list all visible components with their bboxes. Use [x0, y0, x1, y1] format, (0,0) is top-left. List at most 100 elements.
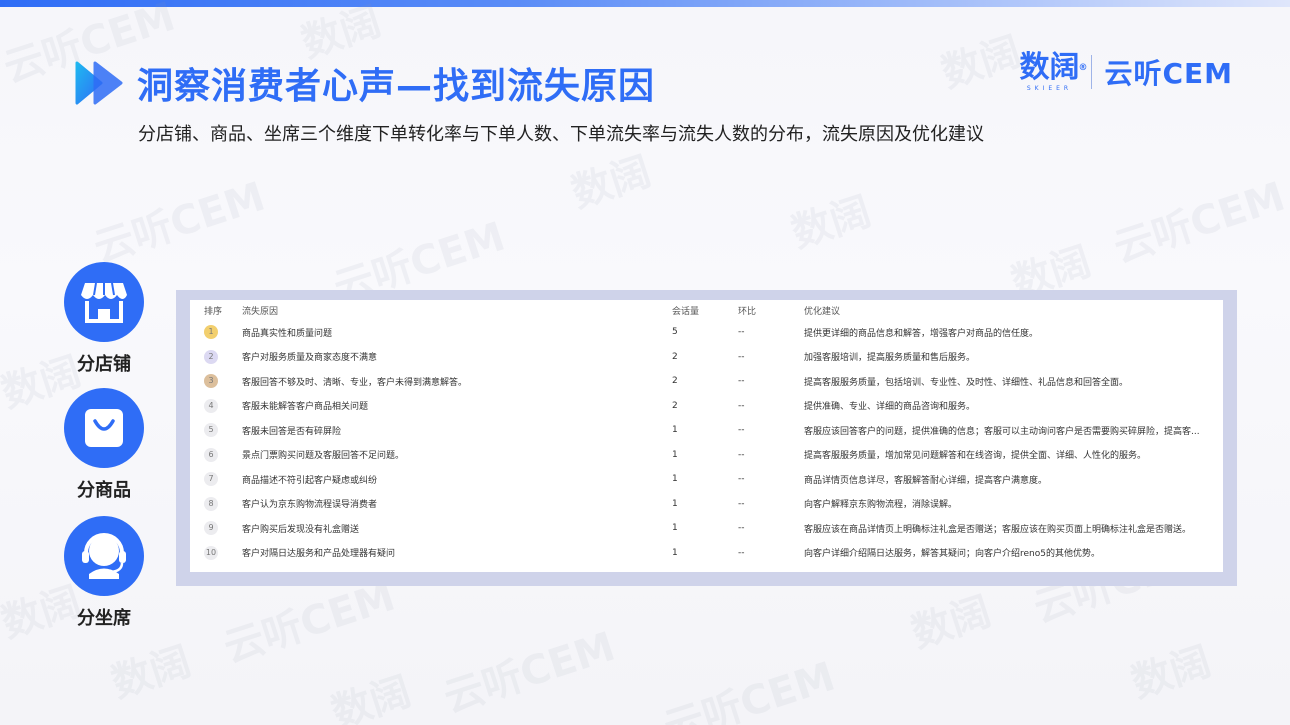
rank-badge: 5	[204, 423, 218, 438]
reason-cell: 客户对服务质量及商家态度不满意	[242, 353, 378, 364]
table-row: 5 客服未回答是否有碎屏险 1 -- 客服应该回答客户的问题，提供准确的信息；客…	[190, 418, 1223, 443]
store-icon	[64, 262, 144, 342]
count-cell: 1	[672, 474, 678, 485]
headset-agent-icon	[64, 516, 144, 596]
col-reason-header: 流失原因	[242, 306, 279, 317]
advice-cell: 加强客服培训，提高服务质量和售后服务。	[804, 353, 976, 364]
mom-cell: --	[738, 351, 745, 362]
col-count-header: 会话量	[672, 306, 700, 317]
churn-reason-table: 排序 流失原因 会话量 环比 优化建议 1 商品真实性和质量问题 5 -- 提供…	[190, 300, 1223, 572]
watermark: 数阔	[1126, 638, 1217, 708]
reason-cell: 客服回答不够及时、清晰、专业，客户未得到满意解答。	[242, 377, 468, 388]
count-cell: 1	[672, 547, 678, 558]
rank-badge: 6	[204, 447, 218, 462]
count-cell: 2	[672, 400, 678, 411]
churn-reason-table-frame: 排序 流失原因 会话量 环比 优化建议 1 商品真实性和质量问题 5 -- 提供…	[176, 290, 1237, 586]
rank-badge: 7	[204, 472, 218, 487]
category-product-label: 分商品	[77, 480, 131, 501]
mom-cell: --	[738, 327, 745, 338]
category-store[interactable]: 分店铺	[64, 262, 144, 376]
advice-cell: 向客户解释京东购物流程，消除误解。	[804, 500, 958, 511]
watermark: 数阔	[906, 588, 997, 658]
mom-cell: --	[738, 376, 745, 387]
mom-cell: --	[738, 425, 745, 436]
mom-cell: --	[738, 474, 745, 485]
table-row: 9 客户购买后发现没有礼盒赠送 1 -- 客服应该在商品详情页上明确标注礼盒是否…	[190, 516, 1223, 541]
brand-secondary: 云听CEM	[1104, 57, 1233, 90]
reason-cell: 商品真实性和质量问题	[242, 328, 333, 339]
table-row: 3 客服回答不够及时、清晰、专业，客户未得到满意解答。 2 -- 提高客服服务质…	[190, 369, 1223, 394]
page-title: 洞察消费者心声—找到流失原因	[137, 66, 656, 107]
mom-cell: --	[738, 547, 745, 558]
table-row: 7 商品描述不符引起客户疑虑或纠纷 1 -- 商品详情页信息详尽，客服解答耐心详…	[190, 467, 1223, 492]
table-header-row: 排序 流失原因 会话量 环比 优化建议	[190, 300, 1223, 320]
reason-cell: 客户认为京东购物流程误导消费者	[242, 500, 378, 511]
advice-cell: 向客户详细介绍隔日达服务，解答其疑问；向客户介绍reno5的其他优势。	[804, 549, 1100, 560]
advice-cell: 客服应该回答客户的问题，提供准确的信息；客服可以主动询问客户是否需要购买碎屏险，…	[804, 426, 1200, 437]
play-forward-icon	[75, 60, 125, 106]
advice-cell: 提供更详细的商品信息和解答，增强客户对商品的信任度。	[804, 328, 1039, 339]
table-row: 1 商品真实性和质量问题 5 -- 提供更详细的商品信息和解答，增强客户对商品的…	[190, 320, 1223, 345]
mom-cell: --	[738, 498, 745, 509]
table-row: 8 客户认为京东购物流程误导消费者 1 -- 向客户解释京东购物流程，消除误解。	[190, 492, 1223, 517]
watermark: 数阔	[106, 638, 197, 708]
rank-badge: 1	[204, 325, 218, 340]
category-agent[interactable]: 分坐席	[64, 516, 144, 630]
advice-cell: 客服应该在商品详情页上明确标注礼盒是否赠送；客服应该在购买页面上明确标注礼盒是否…	[804, 524, 1192, 535]
advice-cell: 提高客服服务质量，包括培训、专业性、及时性、详细性、礼品信息和回答全面。	[804, 377, 1129, 388]
col-advice-header: 优化建议	[804, 306, 841, 317]
count-cell: 2	[672, 351, 678, 362]
advice-cell: 提供准确、专业、详细的商品咨询和服务。	[804, 402, 976, 413]
watermark: 云听CEM	[1108, 173, 1290, 272]
brand-logo: 数阔 ® SKIEER 云听CEM	[1019, 50, 1233, 93]
top-accent-bar	[0, 0, 1290, 7]
title-row: 洞察消费者心声—找到流失原因	[75, 58, 655, 108]
rank-badge: 9	[204, 521, 218, 536]
count-cell: 1	[672, 449, 678, 460]
category-store-label: 分店铺	[77, 354, 131, 375]
reason-cell: 客服未能解答客户商品相关问题	[242, 402, 369, 413]
brand-divider	[1091, 55, 1093, 89]
reason-cell: 景点门票购买问题及客服回答不足问题。	[242, 451, 405, 462]
count-cell: 1	[672, 523, 678, 534]
watermark: 云听CEM	[438, 623, 621, 722]
rank-badge: 4	[204, 398, 218, 413]
count-cell: 2	[672, 376, 678, 387]
table-row: 4 客服未能解答客户商品相关问题 2 -- 提供准确、专业、详细的商品咨询和服务…	[190, 394, 1223, 419]
count-cell: 1	[672, 425, 678, 436]
col-mom-header: 环比	[738, 306, 757, 317]
mom-cell: --	[738, 449, 745, 460]
brand-primary-sub: SKIEER	[1026, 85, 1073, 92]
table-row: 6 景点门票购买问题及客服回答不足问题。 1 -- 提高客服服务质量，增加常见问…	[190, 443, 1223, 468]
rank-badge: 2	[204, 349, 218, 364]
rank-badge: 3	[204, 374, 218, 389]
page-subtitle: 分店铺、商品、坐席三个维度下单转化率与下单人数、下单流失率与流失人数的分布，流失…	[138, 124, 984, 145]
watermark: 数阔	[326, 668, 417, 725]
shopping-bag-icon	[64, 388, 144, 468]
rank-badge: 10	[204, 545, 218, 560]
mom-cell: --	[738, 523, 745, 534]
reason-cell: 客户对隔日达服务和产品处理器有疑问	[242, 549, 396, 560]
registered-mark-icon: ®	[1078, 63, 1088, 73]
table-row: 10 客户对隔日达服务和产品处理器有疑问 1 -- 向客户详细介绍隔日达服务，解…	[190, 541, 1223, 566]
table-row: 2 客户对服务质量及商家态度不满意 2 -- 加强客服培训，提高服务质量和售后服…	[190, 345, 1223, 370]
watermark: 数阔	[566, 148, 657, 218]
watermark: 数阔	[786, 188, 877, 258]
brand-primary-name: 数阔	[1019, 50, 1080, 85]
advice-cell: 商品详情页信息详尽，客服解答耐心详细，提高客户满意度。	[804, 475, 1048, 486]
reason-cell: 商品描述不符引起客户疑虑或纠纷	[242, 475, 378, 486]
col-rank-header: 排序	[204, 306, 223, 317]
category-agent-label: 分坐席	[77, 608, 131, 629]
mom-cell: --	[738, 400, 745, 411]
reason-cell: 客户购买后发现没有礼盒赠送	[242, 524, 360, 535]
watermark: 数阔	[936, 28, 1027, 98]
watermark: 云听CEM	[88, 173, 271, 272]
watermark: 云听CEM	[658, 653, 841, 725]
churn-reason-grid: 排序 流失原因 会话量 环比 优化建议 1 商品真实性和质量问题 5 -- 提供…	[190, 300, 1223, 565]
brand-primary: 数阔 ® SKIEER	[1019, 50, 1087, 93]
category-product[interactable]: 分商品	[64, 388, 144, 502]
advice-cell: 提高客服服务质量，增加常见问题解答和在线咨询，提供全面、详细、人性化的服务。	[804, 451, 1147, 462]
rank-badge: 8	[204, 496, 218, 511]
reason-cell: 客服未回答是否有碎屏险	[242, 426, 342, 437]
count-cell: 1	[672, 498, 678, 509]
